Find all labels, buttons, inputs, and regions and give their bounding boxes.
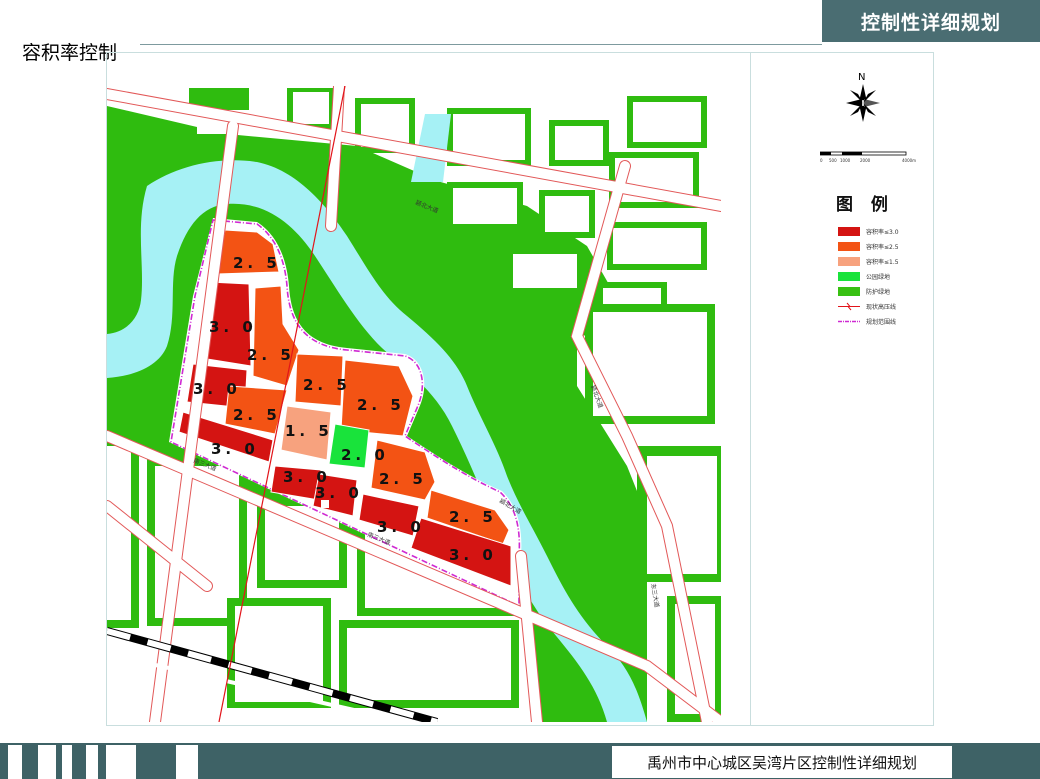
legend-item: 公园绿地: [838, 269, 899, 284]
legend-divider: [750, 52, 751, 726]
legend-label: 防护绿地: [866, 289, 891, 296]
far-label: 2. 0: [341, 446, 389, 464]
scale-label: 2000: [860, 158, 871, 163]
header-rule: [140, 44, 822, 45]
legend-label: 容积率≤3.0: [866, 229, 899, 236]
far-label: 2. 5: [357, 396, 405, 414]
section-title: 容积率控制: [22, 42, 118, 64]
legend-label: 容积率≤1.5: [866, 259, 899, 266]
far-label: 3. 0: [377, 518, 425, 536]
legend-swatch: [838, 242, 860, 251]
legend-swatch: [838, 257, 860, 266]
footer-title: 禹州市中心城区吴湾片区控制性详细规划: [612, 746, 952, 778]
boundary-line-icon: [838, 320, 860, 323]
legend-item: 规划范围线: [838, 314, 899, 329]
far-label: 3. 0: [315, 484, 363, 502]
legend-item: 容积率≤1.5: [838, 254, 899, 269]
far-label: 3. 0: [449, 546, 497, 564]
footer-decoration: [106, 745, 136, 779]
north-label: N: [858, 72, 865, 83]
footer-decoration: [86, 745, 98, 779]
legend-swatch: [838, 227, 860, 236]
far-label: 2. 5: [233, 406, 281, 424]
footer-decoration: [62, 745, 72, 779]
far-label: 2. 5: [379, 470, 427, 488]
scale-label: 0: [820, 158, 823, 163]
legend-label: 规划范围线: [866, 319, 897, 326]
legend-item: 防护绿地: [838, 284, 899, 299]
far-label: 2. 5: [449, 508, 497, 526]
scale-label: 500: [829, 158, 837, 163]
legend-swatch: [838, 287, 860, 296]
powerline-icon: [838, 302, 860, 311]
footer-decoration: [38, 745, 56, 779]
far-label: 3. 0: [193, 380, 241, 398]
scale-label: 1000: [840, 158, 851, 163]
legend-label: 公园绿地: [866, 274, 891, 281]
legend: 容积率≤3.0 容积率≤2.5 容积率≤1.5 公园绿地 防护绿地 现状高压线 …: [838, 224, 899, 329]
header-title: 控制性详细规划: [822, 0, 1040, 42]
north-arrow-icon: N: [838, 70, 888, 130]
legend-title: 图 例: [836, 195, 894, 215]
far-label: 3. 0: [211, 440, 259, 458]
legend-item: 容积率≤3.0: [838, 224, 899, 239]
far-label: 3. 0: [209, 318, 257, 336]
legend-item: 容积率≤2.5: [838, 239, 899, 254]
land-use-map: 颍北大道 颍北大道 南三大道 南三大道 颍北大道 东三大道 2. 5 3. 0 …: [107, 86, 721, 722]
far-label: 2. 5: [247, 346, 295, 364]
far-label: 2. 5: [303, 376, 351, 394]
far-label: 2. 5: [233, 254, 281, 272]
footer-decoration: [176, 745, 198, 779]
legend-swatch: [838, 272, 860, 281]
scale-bar: 0 500 1000 2000 4000m: [819, 150, 920, 164]
legend-item: 现状高压线: [838, 299, 899, 314]
legend-label: 现状高压线: [866, 304, 897, 311]
scale-label: 4000m: [902, 158, 916, 163]
far-label: 1. 5: [285, 422, 333, 440]
footer-decoration: [8, 745, 22, 779]
legend-label: 容积率≤2.5: [866, 244, 899, 251]
